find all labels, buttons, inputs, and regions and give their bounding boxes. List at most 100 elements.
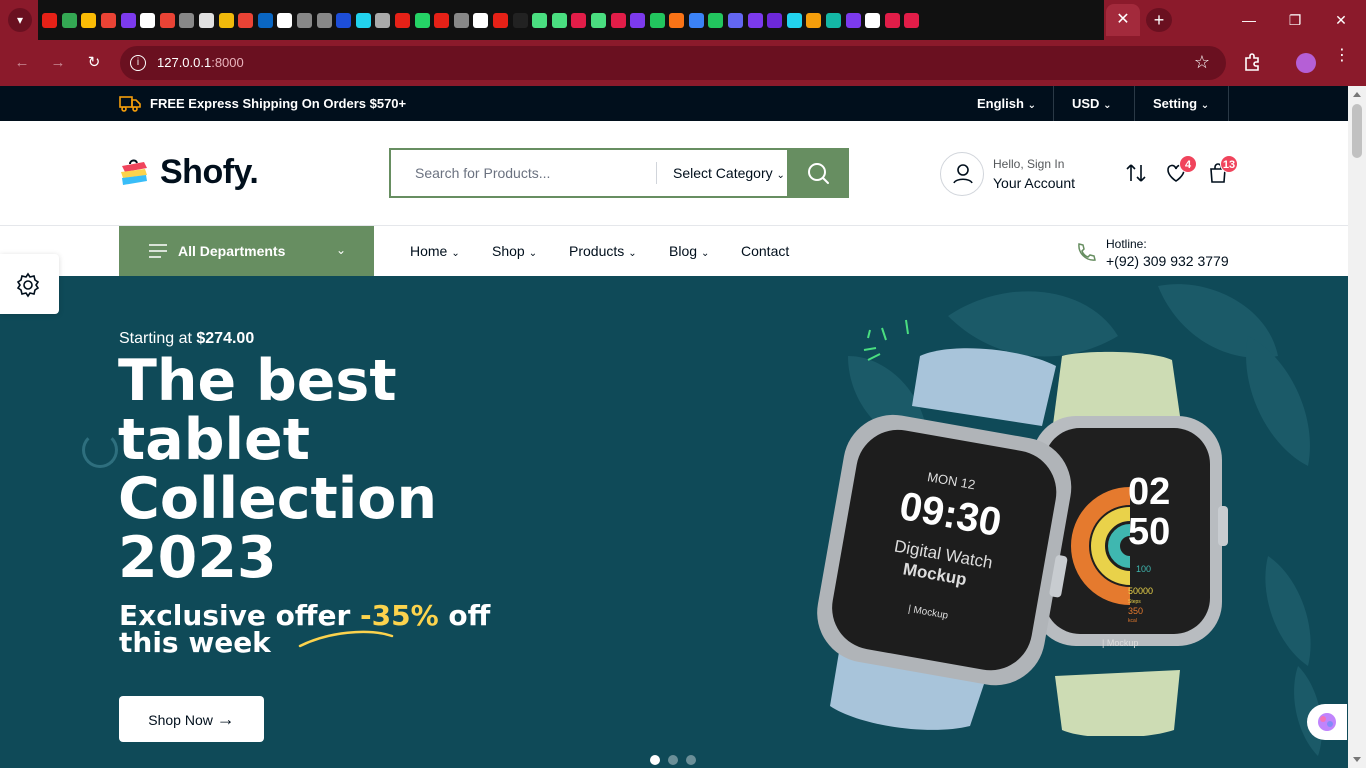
pinned-tab-favicon[interactable] (453, 12, 469, 28)
pinned-tab-favicon[interactable] (257, 12, 273, 28)
search-input[interactable] (391, 150, 656, 196)
svg-text:50: 50 (1128, 511, 1170, 553)
nav-blog[interactable]: Blog ⌄ (669, 243, 709, 259)
pinned-tab-favicon[interactable] (806, 12, 822, 28)
pinned-tab-favicon[interactable] (81, 12, 97, 28)
pinned-tab-favicon[interactable] (904, 12, 920, 28)
scrollbar-thumb[interactable] (1352, 104, 1362, 158)
pinned-tab-favicon[interactable] (884, 12, 900, 28)
svg-text:Steps: Steps (1128, 599, 1141, 605)
pinned-tab-favicon[interactable] (865, 12, 881, 28)
pinned-tab-favicon[interactable] (179, 12, 195, 28)
pinned-tab-favicon[interactable] (434, 12, 450, 28)
pinned-tab-favicon[interactable] (845, 12, 861, 28)
pinned-tab-favicon[interactable] (786, 12, 802, 28)
active-tab-close-button[interactable]: ✕ (1106, 4, 1140, 36)
search-button[interactable] (787, 148, 849, 198)
slide-dot-1[interactable] (650, 755, 660, 765)
new-tab-button[interactable]: + (1146, 8, 1172, 32)
category-select[interactable]: Select Category ⌄ (673, 165, 785, 181)
nav-contact[interactable]: Contact (741, 243, 789, 259)
browser-menu-icon[interactable]: ⋮ (1334, 48, 1350, 64)
pinned-tab-favicon[interactable] (610, 12, 626, 28)
assistant-widget-button[interactable] (1307, 704, 1347, 740)
restore-icon[interactable]: ❐ (1272, 0, 1318, 40)
all-departments-button[interactable]: All Departments ⌄ (119, 226, 374, 276)
pinned-tab-favicon[interactable] (649, 12, 665, 28)
pinned-tab-favicon[interactable] (394, 12, 410, 28)
logo-bag-icon[interactable] (119, 157, 153, 189)
pinned-tab-favicon[interactable] (355, 12, 371, 28)
pinned-tab-favicon[interactable] (669, 12, 685, 28)
site-info-icon[interactable]: i (130, 55, 146, 71)
address-bar[interactable]: i 127.0.0.1:8000 ☆ (120, 46, 1226, 80)
pinned-tab-favicon[interactable] (492, 12, 508, 28)
sign-in-greeting: Hello, Sign In (993, 157, 1065, 171)
pinned-tab-favicon[interactable] (728, 12, 744, 28)
pinned-tab-favicon[interactable] (375, 12, 391, 28)
pinned-tab-favicon[interactable] (297, 12, 313, 28)
pinned-tab-favicon[interactable] (826, 12, 842, 28)
nav-shop[interactable]: Shop ⌄ (492, 243, 537, 259)
main-navigation: All Departments ⌄ Home ⌄ Shop ⌄ Products ⌄ … (0, 226, 1348, 276)
search-bar: Select Category ⌄ (389, 148, 849, 198)
pinned-tab-favicon[interactable] (767, 12, 783, 28)
chevron-down-icon: ⌄ (628, 248, 637, 259)
top-bar: FREE Express Shipping On Orders $570+ En… (0, 86, 1348, 121)
reload-icon[interactable]: ↻ (83, 52, 105, 74)
slide-dot-3[interactable] (686, 755, 696, 765)
pinned-tab-favicon[interactable] (473, 12, 489, 28)
language-dropdown[interactable]: English ⌄ (977, 96, 1036, 111)
pinned-tab-favicon[interactable] (336, 12, 352, 28)
close-window-icon[interactable]: ✕ (1318, 0, 1364, 40)
pinned-tab-favicon[interactable] (630, 12, 646, 28)
pinned-tab-favicon[interactable] (159, 12, 175, 28)
pinned-tab-favicon[interactable] (238, 12, 254, 28)
nav-home[interactable]: Home ⌄ (410, 243, 460, 259)
minimize-icon[interactable]: — (1226, 0, 1272, 40)
hotline-number[interactable]: +(92) 309 932 3779 (1106, 253, 1229, 269)
underline-squiggle (298, 630, 394, 648)
pinned-tab-favicon[interactable] (42, 12, 58, 28)
tab-search-button[interactable]: ▾ (8, 8, 32, 32)
pinned-tab-favicon[interactable] (414, 12, 430, 28)
hero-title: The best tablet Collection 2023 (118, 348, 438, 591)
url-text: 127.0.0.1:8000 (157, 55, 244, 70)
extensions-icon[interactable] (1242, 52, 1262, 72)
pinned-tab-favicon[interactable] (512, 12, 528, 28)
forward-icon[interactable]: → (47, 52, 69, 74)
setting-dropdown[interactable]: Setting ⌄ (1153, 96, 1209, 111)
pinned-tab-favicon[interactable] (140, 12, 156, 28)
shop-now-button[interactable]: Shop Now → (119, 696, 264, 742)
currency-dropdown[interactable]: USD ⌄ (1072, 96, 1111, 111)
pinned-tab-favicon[interactable] (571, 12, 587, 28)
pinned-tab-favicon[interactable] (61, 12, 77, 28)
pinned-tab-favicon[interactable] (199, 12, 215, 28)
slider-pagination (650, 752, 704, 768)
pinned-tab-favicon[interactable] (532, 12, 548, 28)
bookmark-star-icon[interactable]: ☆ (1194, 52, 1210, 73)
pinned-tab-favicon[interactable] (218, 12, 234, 28)
truck-icon (119, 96, 141, 112)
slide-dot-2[interactable] (668, 755, 678, 765)
pinned-tab-favicon[interactable] (120, 12, 136, 28)
back-icon[interactable]: ← (11, 52, 33, 74)
nav-products[interactable]: Products ⌄ (569, 243, 637, 259)
pinned-tab-favicon[interactable] (747, 12, 763, 28)
chevron-down-icon: ⌄ (528, 248, 538, 259)
pinned-tab-favicon[interactable] (688, 12, 704, 28)
search-icon (808, 163, 829, 184)
compare-icon[interactable] (1124, 161, 1148, 185)
pinned-tab-favicon[interactable] (277, 12, 293, 28)
pinned-tab-favicon[interactable] (708, 12, 724, 28)
hero-slider: Starting at $274.00 The best tablet Coll… (0, 276, 1348, 768)
profile-avatar[interactable] (1296, 53, 1316, 73)
pinned-tab-favicon[interactable] (551, 12, 567, 28)
logo-text[interactable]: Shofy. (160, 153, 259, 192)
pinned-tab-favicon[interactable] (101, 12, 117, 28)
pinned-tab-favicon[interactable] (590, 12, 606, 28)
pinned-tab-favicon[interactable] (316, 12, 332, 28)
theme-settings-toggle[interactable] (0, 254, 59, 314)
brain-icon (1318, 713, 1336, 731)
page-scrollbar[interactable] (1348, 86, 1366, 768)
